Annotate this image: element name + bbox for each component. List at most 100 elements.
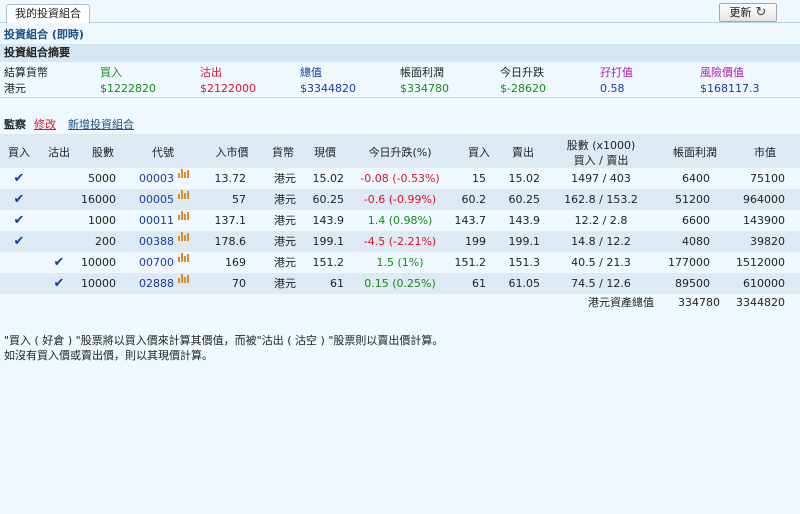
refresh-icon: ↻ [755,5,767,20]
note-line-1: "買入 ( 好倉 ) "股票將以買入價來計算其價值，而被"沽出 ( 沽空 ) "… [4,334,444,347]
cell-shares: 10000 [81,277,116,290]
cell-volume: 1497 / 403 [571,172,631,185]
header-shares: 股數 [92,146,114,159]
chart-icon[interactable] [178,189,189,199]
sell-check-icon: ✔ [53,255,65,270]
chart-icon[interactable] [178,210,189,220]
summary-value-risk-value: $168117.3 [700,82,760,95]
summary-values-row: 港元 $1222820 $2122000 $3344820 $334780 $-… [0,81,800,98]
cell-currency: 港元 [274,214,296,227]
cell-today-change: 1.5 (1%) [376,256,424,269]
stock-code-link[interactable]: 00003 [130,168,174,189]
cell-price: 199.1 [312,235,345,248]
summary-label-sell: 沽出 [200,66,222,79]
summary-value-buy: $1222820 [100,82,156,95]
header-sell: 沽出 [48,146,70,159]
cell-book-pl: 6400 [682,172,710,185]
header-code: 代號 [152,146,174,159]
table-row: ✔ 10000 00700 169 港元 151.2 1.5 (1%) 151.2 151.3 4… [0,252,800,273]
cell-currency: 港元 [274,277,296,290]
header-today-change: 今日升跌(%) [368,146,432,159]
summary-label-risk-value: 風險價值 [700,66,744,79]
header-book-pl: 帳面利潤 [673,146,717,159]
summary-label-total: 總值 [300,66,322,79]
cell-volume: 74.5 / 12.6 [571,277,631,290]
header-volume-line1: 股數 (x1000) [566,139,636,152]
watch-label: 監察 [4,118,26,131]
table-row: ✔ 200 00388 178.6 港元 199.1 -4.5 (-2.21%) 199 199… [0,231,800,252]
chart-icon[interactable] [178,231,189,241]
modify-link[interactable]: 修改 [34,116,56,132]
cell-today-change: 0.15 (0.25%) [364,277,436,290]
cell-bid: 199 [465,235,486,248]
cell-today-change: -0.08 (-0.53%) [360,172,440,185]
cell-entry-price: 13.72 [214,172,247,185]
cell-bid: 151.2 [454,256,487,269]
cell-price: 15.02 [312,172,345,185]
stock-code-link[interactable]: 00005 [130,189,174,210]
stock-code-link[interactable]: 00388 [130,231,174,252]
cell-ask: 199.1 [508,235,541,248]
table-row: ✔ 10000 02888 70 港元 61 0.15 (0.25%) 61 61.05 74.5… [0,273,800,294]
cell-price: 61 [330,277,344,290]
cell-today-change: 1.4 (0.98%) [367,214,433,227]
cell-ask: 15.02 [508,172,541,185]
summary-label-currency: 結算貨幣 [4,66,48,79]
cell-entry-price: 70 [232,277,246,290]
cell-ask: 61.05 [508,277,541,290]
summary-heading: 投資組合摘要 [0,44,800,62]
header-currency: 貨幣 [272,146,294,159]
cell-currency: 港元 [274,193,296,206]
cell-ask: 143.9 [508,214,541,227]
cell-bid: 15 [472,172,486,185]
cell-today-change: -0.6 (-0.99%) [363,193,437,206]
table-row: ✔ 5000 00003 13.72 港元 15.02 -0.08 (-0.53%) 15 15… [0,168,800,189]
cell-currency: 港元 [274,256,296,269]
cell-volume: 12.2 / 2.8 [574,214,628,227]
cell-market-value: 143900 [743,214,785,227]
header-entry-price: 入市價 [215,146,249,159]
summary-label-margin: 孖打值 [600,66,633,79]
header-price: 現價 [314,146,336,159]
cell-price: 143.9 [312,214,345,227]
cell-currency: 港元 [274,172,296,185]
chart-icon[interactable] [178,168,189,178]
summary-label-buy: 買入 [100,66,122,79]
cell-market-value: 39820 [750,235,785,248]
cell-entry-price: 137.1 [214,214,247,227]
cell-volume: 40.5 / 21.3 [571,256,631,269]
cell-entry-price: 57 [232,193,246,206]
sell-check-icon: ✔ [53,276,65,291]
header-ask: 賣出 [512,146,534,159]
cell-shares: 10000 [81,256,116,269]
summary-label-book-pl: 帳面利潤 [400,66,444,79]
stock-code-link[interactable]: 00011 [130,210,174,231]
totals-book-pl: 334780 [678,296,720,309]
header-buy: 買入 [8,146,30,159]
chart-icon[interactable] [178,273,189,283]
top-bar: 我的投資組合 更新 ↻ [0,0,800,23]
totals-market-value: 3344820 [736,296,785,309]
summary-value-currency: 港元 [4,82,26,95]
cell-shares: 16000 [81,193,116,206]
stock-code-link[interactable]: 00700 [130,252,174,273]
buy-check-icon: ✔ [13,213,25,228]
cell-entry-price: 169 [225,256,246,269]
refresh-button[interactable]: 更新 ↻ [719,3,777,22]
cell-book-pl: 6600 [682,214,710,227]
cell-market-value: 1512000 [736,256,785,269]
table-row: ✔ 16000 00005 57 港元 60.25 -0.6 (-0.99%) 60.2 60.… [0,189,800,210]
cell-bid: 61 [472,277,486,290]
cell-book-pl: 4080 [682,235,710,248]
summary-value-total: $3344820 [300,82,356,95]
cell-today-change: -4.5 (-2.21%) [363,235,437,248]
chart-icon[interactable] [178,252,189,262]
add-portfolio-link[interactable]: 新增投資組合 [68,116,134,132]
cell-bid: 60.2 [461,193,487,206]
table-row: ✔ 1000 00011 137.1 港元 143.9 1.4 (0.98%) 143.7 14… [0,210,800,231]
tab-my-portfolio[interactable]: 我的投資組合 [6,4,90,23]
refresh-label: 更新 [729,6,752,19]
cell-market-value: 964000 [743,193,785,206]
stock-code-link[interactable]: 02888 [130,273,174,294]
cell-ask: 60.25 [508,193,541,206]
